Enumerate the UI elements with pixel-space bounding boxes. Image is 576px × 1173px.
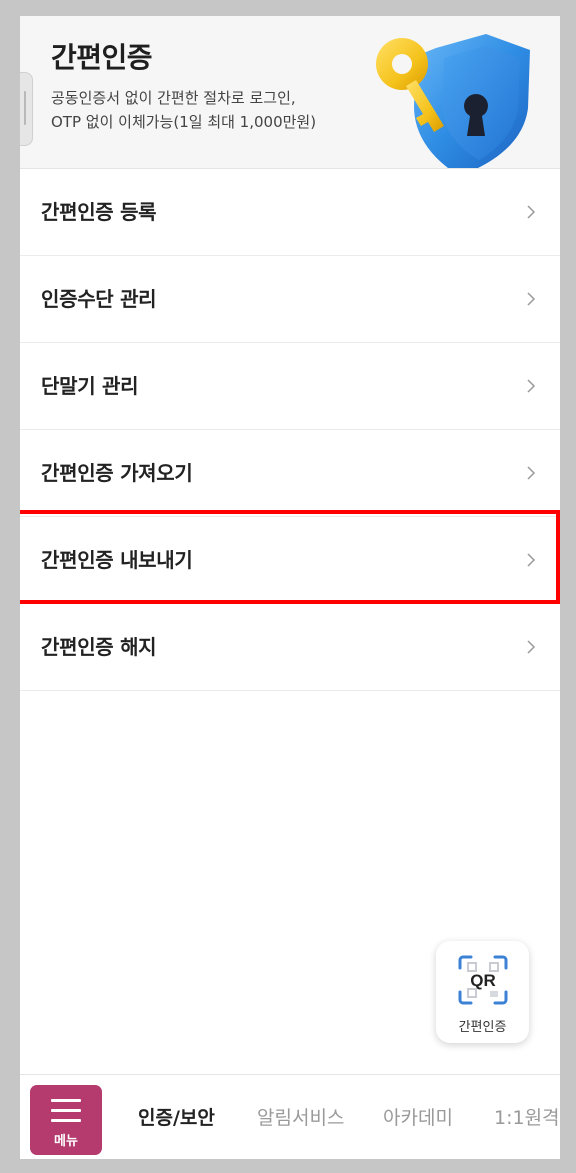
menu-item-device-management[interactable]: 단말기 관리 (20, 343, 560, 430)
qr-code-icon: QR (458, 955, 508, 1005)
chevron-right-icon (527, 553, 536, 567)
qr-auth-button[interactable]: QR 간편인증 (436, 941, 529, 1043)
chevron-right-icon (527, 292, 536, 306)
menu-button-label: 메뉴 (54, 1134, 78, 1149)
hamburger-icon (51, 1099, 81, 1122)
header-description-line-2: OTP 없이 이체가능(1일 최대 1,000만원) (51, 113, 317, 131)
header-description: 공동인증서 없이 간편한 절차로 로그인, OTP 없이 이체가능(1일 최대 … (51, 86, 316, 134)
menu-item-import[interactable]: 간편인증 가져오기 (20, 430, 560, 517)
header-description-line-1: 공동인증서 없이 간편한 절차로 로그인, (51, 89, 296, 107)
menu-item-label: 단말기 관리 (41, 374, 139, 398)
simple-auth-header: 간편인증 공동인증서 없이 간편한 절차로 로그인, OTP 없이 이체가능(1… (20, 16, 560, 169)
menu-item-label: 간편인증 등록 (41, 200, 157, 224)
qr-auth-label: 간편인증 (458, 1020, 507, 1035)
menu-item-label: 간편인증 가져오기 (41, 461, 193, 485)
bottom-navigation: 메뉴 인증/보안 알림서비스 아카데미 1:1원격 (20, 1074, 560, 1159)
tab-academy[interactable]: 아카데미 (383, 1103, 453, 1130)
menu-item-register[interactable]: 간편인증 등록 (20, 169, 560, 256)
menu-item-cancel[interactable]: 간편인증 해지 (20, 604, 560, 691)
menu-button[interactable]: 메뉴 (30, 1085, 102, 1155)
simple-auth-menu: 간편인증 등록 인증수단 관리 단말기 관리 간편인증 가져오기 간편인증 내보… (20, 169, 560, 691)
chevron-right-icon (527, 379, 536, 393)
key-shield-icon (376, 34, 530, 168)
page-title: 간편인증 (51, 41, 153, 74)
chevron-right-icon (527, 466, 536, 480)
menu-item-export[interactable]: 간편인증 내보내기 (20, 517, 560, 604)
app-screen: 간편인증 공동인증서 없이 간편한 절차로 로그인, OTP 없이 이체가능(1… (20, 16, 560, 1159)
chevron-right-icon (527, 640, 536, 654)
qr-icon-text: QR (470, 971, 496, 990)
menu-item-label: 인증수단 관리 (41, 287, 157, 311)
tab-notification-service[interactable]: 알림서비스 (257, 1103, 344, 1130)
tab-auth-security[interactable]: 인증/보안 (138, 1103, 215, 1130)
chevron-right-icon (527, 205, 536, 219)
side-drawer-handle[interactable] (20, 72, 33, 146)
tab-remote-support[interactable]: 1:1원격 (494, 1103, 560, 1130)
menu-item-auth-method-management[interactable]: 인증수단 관리 (20, 256, 560, 343)
menu-item-label: 간편인증 해지 (41, 635, 157, 659)
menu-item-label: 간편인증 내보내기 (41, 548, 193, 572)
